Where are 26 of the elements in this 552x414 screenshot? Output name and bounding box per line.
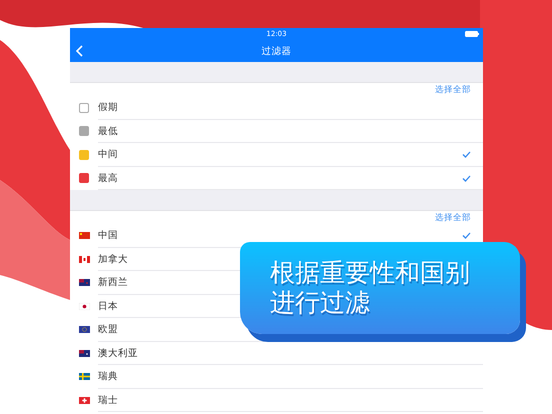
filter-label[interactable]: 瑞士	[98, 394, 118, 407]
filter-label[interactable]: 最高	[98, 172, 118, 185]
checkbox-icon	[79, 102, 89, 113]
screen-title: 过滤器	[262, 44, 292, 58]
flag-icon	[78, 326, 90, 334]
filter-label[interactable]: 中间	[98, 148, 118, 162]
filter-label[interactable]: 加拿大	[98, 252, 128, 266]
filter-label[interactable]: 最低	[98, 124, 118, 138]
banner-text: 进行过滤	[270, 288, 370, 318]
filter-label[interactable]: 新西兰	[98, 276, 128, 290]
flag-icon	[78, 396, 90, 404]
back-icon[interactable]	[76, 45, 83, 57]
flag-icon	[78, 350, 90, 357]
filter-label[interactable]: 欧盟	[98, 323, 118, 336]
filter-label[interactable]: 中国	[98, 229, 118, 242]
battery-icon	[465, 31, 479, 37]
filter-label[interactable]: 日本	[98, 300, 118, 313]
filter-label[interactable]: 瑞典	[98, 370, 118, 384]
flag-icon	[78, 302, 90, 310]
banner-text: 根据重要性和国别	[270, 258, 470, 288]
flag-icon	[78, 256, 90, 263]
filter-label[interactable]: 假期	[98, 101, 118, 114]
flag-icon	[78, 232, 90, 240]
filter-label[interactable]: 澳大利亚	[98, 346, 138, 360]
flag-icon	[78, 279, 90, 286]
flag-icon	[78, 373, 90, 380]
